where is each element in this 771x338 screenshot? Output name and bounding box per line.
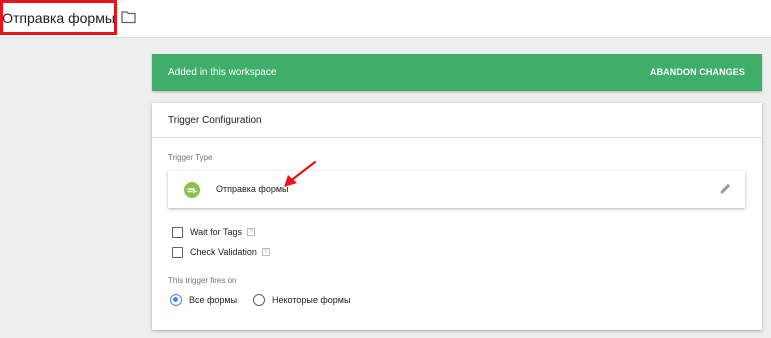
wait-for-tags-label: Wait for Tags: [190, 227, 243, 237]
form-submission-icon: [184, 182, 200, 198]
workspace-status-banner: Added in this workspace ABANDON CHANGES: [152, 54, 762, 91]
some-forms-label: Некоторые формы: [272, 294, 351, 305]
page-title-highlight: Отправка формы: [0, 0, 117, 35]
trigger-type-name: Отправка формы: [216, 184, 289, 194]
wait-for-tags-checkbox[interactable]: [172, 226, 183, 238]
help-icon[interactable]: ?: [247, 228, 256, 236]
trigger-configuration-card: Trigger Configuration Trigger Type Отпра…: [152, 103, 762, 330]
trigger-type-selector[interactable]: Отправка формы: [168, 171, 745, 208]
all-forms-label: Все формы: [189, 294, 238, 305]
fires-on-some-forms-option[interactable]: Некоторые формы: [253, 293, 350, 306]
check-validation-checkbox[interactable]: [172, 246, 183, 258]
workspace-status-text: Added in this workspace: [168, 67, 277, 78]
check-validation-option[interactable]: Check Validation ?: [172, 246, 270, 258]
card-header: Trigger Configuration: [152, 103, 762, 138]
all-forms-radio[interactable]: [170, 293, 182, 306]
help-icon[interactable]: ?: [261, 248, 270, 256]
trigger-type-label: Trigger Type: [168, 153, 213, 162]
folder-icon[interactable]: [121, 10, 136, 24]
page-title[interactable]: Отправка формы: [2, 10, 115, 26]
top-bar: Отправка формы: [0, 0, 771, 38]
pencil-icon[interactable]: [719, 182, 732, 195]
fires-on-all-forms-option[interactable]: Все формы: [170, 293, 237, 306]
abandon-changes-button[interactable]: ABANDON CHANGES: [650, 67, 745, 77]
card-title: Trigger Configuration: [168, 115, 262, 126]
check-validation-label: Check Validation: [190, 247, 257, 257]
some-forms-radio[interactable]: [253, 293, 265, 306]
fires-on-label: This trigger fires on: [168, 276, 237, 285]
wait-for-tags-option[interactable]: Wait for Tags ?: [172, 226, 256, 238]
